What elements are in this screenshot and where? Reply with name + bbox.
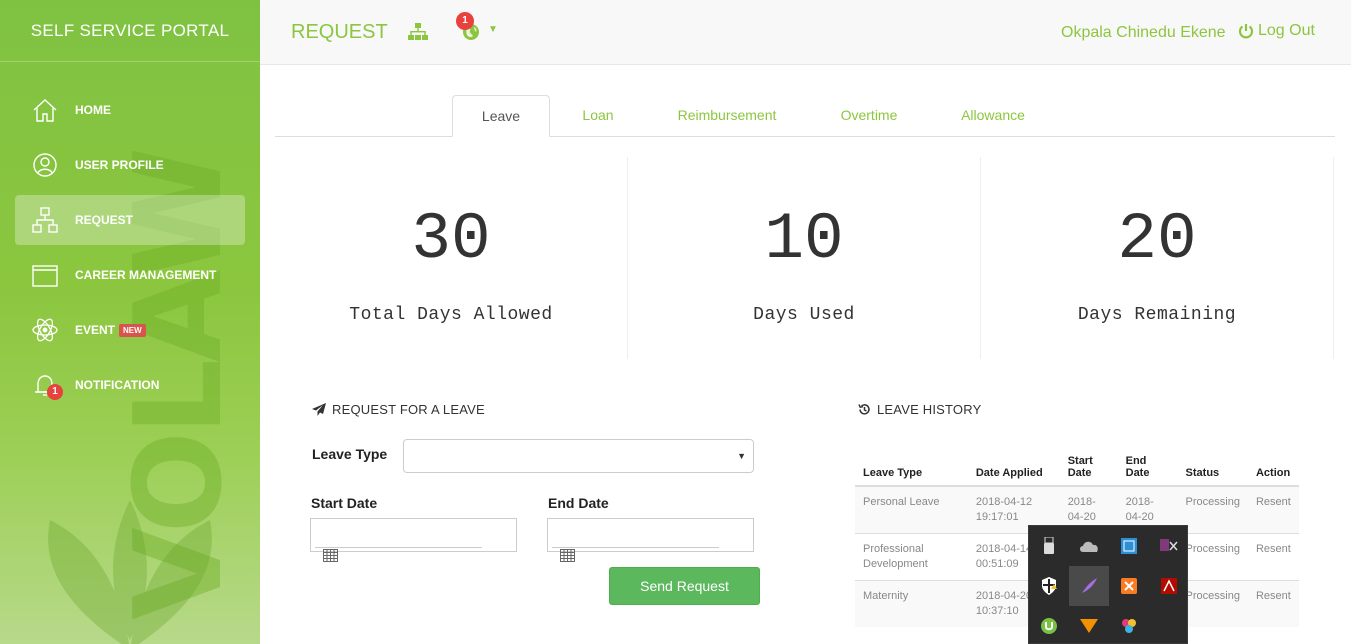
- chevron-down-icon: ▼: [488, 24, 498, 35]
- leave-history-title-text: LEAVE HISTORY: [877, 402, 982, 417]
- input-underline: [315, 547, 482, 548]
- sidebar-item-user-profile[interactable]: USER PROFILE: [15, 140, 245, 190]
- shield-warning-icon[interactable]: [1029, 566, 1069, 606]
- leave-type-label: Leave Type: [312, 446, 388, 462]
- language-dropdown[interactable]: 1 ▼: [456, 12, 502, 42]
- calendar-icon[interactable]: [323, 548, 338, 562]
- sitemap-icon: [30, 205, 60, 235]
- home-icon: [30, 95, 60, 125]
- column-header: Date Applied: [967, 440, 1060, 487]
- usb-icon[interactable]: [1029, 526, 1069, 566]
- stat-value: 30: [411, 202, 491, 277]
- stat-label: Total Days Allowed: [349, 305, 553, 325]
- onedrive-icon[interactable]: [1069, 526, 1109, 566]
- column-header: Action: [1247, 440, 1299, 487]
- notification-count-badge: 1: [47, 384, 63, 400]
- stat-label: Days Used: [753, 305, 855, 325]
- divider: [1333, 157, 1334, 359]
- xampp-icon[interactable]: [1109, 566, 1149, 606]
- atom-icon: [30, 315, 60, 345]
- portal-brand: SELF SERVICE PORTAL: [0, 0, 260, 62]
- tab-leave[interactable]: Leave: [452, 95, 550, 137]
- stat-value: 10: [764, 202, 844, 277]
- input-underline: [552, 547, 719, 548]
- end-date-input[interactable]: [547, 518, 754, 552]
- column-header: Leave Type: [855, 440, 968, 487]
- folder-icon: [30, 260, 60, 290]
- logout-button[interactable]: Log Out: [1238, 22, 1315, 40]
- bell-icon: 1: [30, 370, 63, 400]
- wheat-watermark-graphic: [48, 500, 212, 644]
- adobe-icon[interactable]: [1149, 566, 1189, 606]
- column-header: Status: [1177, 440, 1248, 487]
- cell-leave-type: Maternity: [855, 579, 968, 627]
- start-date-label: Start Date: [311, 495, 378, 511]
- leave-history-title: LEAVE HISTORY: [858, 402, 981, 417]
- tab-reimbursement[interactable]: Reimbursement: [668, 95, 786, 137]
- sidebar-item-label: REQUEST: [75, 213, 134, 227]
- network-icon[interactable]: [1109, 526, 1149, 566]
- request-tabs: Leave Loan Reimbursement Overtime Allowa…: [275, 95, 1335, 137]
- chevron-down-icon: ▼: [737, 451, 746, 461]
- leave-type-select[interactable]: ▼: [403, 439, 754, 473]
- stat-value: 20: [1117, 202, 1197, 277]
- sidebar-item-notification[interactable]: 1 NOTIFICATION: [15, 360, 245, 410]
- sidebar-item-label: USER PROFILE: [75, 158, 164, 172]
- feather-icon[interactable]: [1069, 566, 1109, 606]
- column-header: End Date: [1117, 440, 1178, 487]
- utorrent-icon[interactable]: [1029, 606, 1069, 644]
- column-header: Start Date: [1059, 440, 1118, 487]
- user-circle-icon: [30, 150, 60, 180]
- sidebar-item-request[interactable]: REQUEST: [15, 195, 245, 245]
- globe-count-badge: 1: [456, 12, 474, 30]
- sidebar-item-label: EVENT: [75, 323, 116, 337]
- history-icon: [858, 404, 870, 415]
- resent-action-link[interactable]: Resent: [1247, 532, 1299, 580]
- onenote-clip-icon[interactable]: [1149, 526, 1189, 566]
- end-date-label: End Date: [548, 495, 609, 511]
- calendar-icon[interactable]: [560, 548, 575, 562]
- paper-plane-icon: [312, 403, 326, 416]
- page-title: REQUEST: [291, 21, 388, 43]
- stat-label: Days Remaining: [1077, 305, 1237, 325]
- sidebar-item-career-management[interactable]: CAREER MANAGEMENT: [15, 250, 245, 300]
- send-request-button[interactable]: Send Request: [609, 567, 760, 605]
- cell-leave-type: Professional Development: [855, 532, 968, 580]
- vlc-icon[interactable]: [1069, 606, 1109, 644]
- top-header: REQUEST 1 ▼ Okpala Chinedu Ekene Log Out: [260, 0, 1351, 65]
- request-form-title: REQUEST FOR A LEAVE: [312, 402, 485, 417]
- sidebar-item-home[interactable]: HOME: [15, 85, 245, 135]
- sidebar-item-label: NOTIFICATION: [75, 378, 160, 392]
- sitemap-icon[interactable]: [408, 23, 428, 41]
- stat-total-days: 30 Total Days Allowed: [275, 157, 627, 359]
- sidebar-item-label: CAREER MANAGEMENT: [75, 268, 217, 282]
- cell-leave-type: Personal Leave: [855, 485, 968, 533]
- resent-action-link[interactable]: Resent: [1247, 485, 1299, 533]
- sidebar: VOLAW SELF SERVICE PORTAL HOME USER PROF…: [0, 0, 260, 644]
- tab-allowance[interactable]: Allowance: [948, 95, 1038, 137]
- stat-days-used: 10 Days Used: [628, 157, 980, 359]
- user-name[interactable]: Okpala Chinedu Ekene: [1061, 24, 1226, 42]
- sidebar-item-label: HOME: [75, 103, 111, 117]
- logout-label: Log Out: [1258, 22, 1315, 39]
- system-tray-popup: [1028, 525, 1188, 644]
- tab-overtime[interactable]: Overtime: [828, 95, 910, 137]
- request-form-title-text: REQUEST FOR A LEAVE: [332, 402, 485, 417]
- color-picker-icon[interactable]: [1109, 606, 1149, 644]
- resent-action-link[interactable]: Resent: [1247, 579, 1299, 627]
- table-header-row: Leave Type Date Applied Start Date End D…: [855, 440, 1299, 487]
- new-badge: NEW: [119, 323, 146, 337]
- tab-loan[interactable]: Loan: [568, 95, 628, 137]
- power-icon: [1238, 24, 1254, 39]
- sidebar-nav: HOME USER PROFILE REQUEST CAREER MANAGEM…: [15, 85, 245, 415]
- start-date-input[interactable]: [310, 518, 517, 552]
- sidebar-item-event[interactable]: EVENT NEW: [15, 305, 245, 355]
- stat-days-remaining: 20 Days Remaining: [981, 157, 1333, 359]
